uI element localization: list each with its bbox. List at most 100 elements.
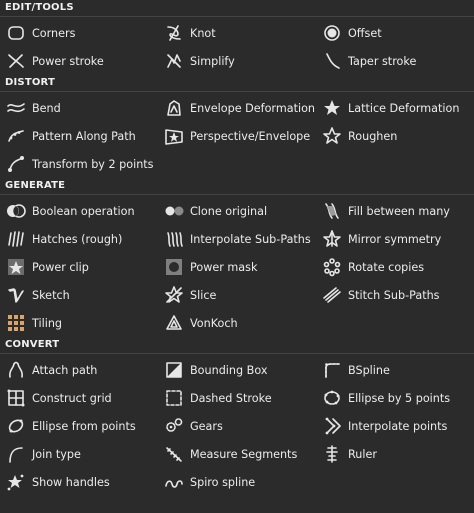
effect-item-lattice-deformation[interactable]: Lattice Deformation (316, 94, 474, 122)
mirror-symmetry-icon (321, 228, 343, 250)
section-divider (0, 353, 474, 354)
slice-icon (163, 284, 185, 306)
spiro-spline-icon (163, 471, 185, 493)
effect-item-clone-original[interactable]: Clone original (158, 197, 316, 225)
effect-item-spiro-spline[interactable]: Spiro spline (158, 468, 316, 496)
effect-item-boolean-operation[interactable]: Boolean operation (0, 197, 158, 225)
effect-item-hatches-rough[interactable]: Hatches (rough) (0, 225, 158, 253)
effect-item-construct-grid[interactable]: Construct grid (0, 384, 158, 412)
effect-item-dashed-stroke[interactable]: Dashed Stroke (158, 384, 316, 412)
effect-label: Ellipse from points (32, 419, 136, 433)
perspective-envelope-icon (163, 125, 185, 147)
effect-item-interpolate-sub-paths[interactable]: Interpolate Sub-Paths (158, 225, 316, 253)
interpolate-points-icon (321, 415, 343, 437)
effect-item-interpolate-points[interactable]: Interpolate points (316, 412, 474, 440)
effect-label: Envelope Deformation (190, 101, 316, 115)
effects-grid: Bend Envelope Deformation Lattice Deformat… (0, 94, 474, 178)
effect-label: Ruler (348, 447, 377, 461)
effect-label: Slice (190, 288, 217, 302)
effect-item-corners[interactable]: Corners (0, 19, 158, 47)
transform-2-points-icon (5, 153, 27, 175)
effect-item-power-mask[interactable]: Power mask (158, 253, 316, 281)
effect-item-attach-path[interactable]: Attach path (0, 356, 158, 384)
effect-item-pattern-along-path[interactable]: Pattern Along Path (0, 122, 158, 150)
effect-label: Bounding Box (190, 363, 268, 377)
effect-label: Rotate copies (348, 260, 425, 274)
effect-label: Join type (32, 447, 81, 461)
taper-stroke-icon (321, 50, 343, 72)
effect-item-envelope-deformation[interactable]: Envelope Deformation (158, 94, 316, 122)
effect-label: Interpolate points (348, 419, 448, 433)
effect-label: Power mask (190, 260, 258, 274)
effect-item-perspective-envelope[interactable]: Perspective/Envelope (158, 122, 316, 150)
effect-label: Stitch Sub-Paths (348, 288, 440, 302)
effect-item-vonkoch[interactable]: VonKoch (158, 309, 316, 337)
effect-label: Power stroke (32, 54, 104, 68)
effect-label: Clone original (190, 204, 268, 218)
effect-item-bspline[interactable]: BSpline (316, 356, 474, 384)
sketch-icon (5, 284, 27, 306)
effect-item-ellipse-by-5-points[interactable]: Ellipse by 5 points (316, 384, 474, 412)
section-title-distort: DISTORT (5, 77, 56, 88)
effect-label: Fill between many (348, 204, 450, 218)
clone-original-icon (163, 200, 185, 222)
ellipse-from-points-icon (5, 415, 27, 437)
section-title-generate: GENERATE (5, 180, 66, 191)
section-divider (0, 16, 474, 17)
effect-label: Lattice Deformation (348, 101, 460, 115)
effect-label: Boolean operation (32, 204, 135, 218)
effect-item-rotate-copies[interactable]: Rotate copies (316, 253, 474, 281)
stitch-subpaths-icon (321, 284, 343, 306)
effect-item-sketch[interactable]: Sketch (0, 281, 158, 309)
effect-item-gears[interactable]: Gears (158, 412, 316, 440)
effect-item-simplify[interactable]: Simplify (158, 47, 316, 75)
section-title-edit-tools: EDIT/TOOLS (5, 2, 74, 13)
bend-icon (5, 97, 27, 119)
effect-label: Knot (190, 26, 216, 40)
effect-item-knot[interactable]: Knot (158, 19, 316, 47)
effect-item-bend[interactable]: Bend (0, 94, 158, 122)
effect-item-measure-segments[interactable]: Measure Segments (158, 440, 316, 468)
join-type-icon (5, 443, 27, 465)
effect-item-tiling[interactable]: Tiling (0, 309, 158, 337)
effect-item-power-stroke[interactable]: Power stroke (0, 47, 158, 75)
construct-grid-icon (5, 387, 27, 409)
section-title-convert: CONVERT (5, 339, 60, 350)
effect-item-ruler[interactable]: Ruler (316, 440, 474, 468)
effect-item-taper-stroke[interactable]: Taper stroke (316, 47, 474, 75)
effects-grid: Corners Knot Offset Power stroke Simplify Tap… (0, 19, 474, 75)
effect-item-stitch-sub-paths[interactable]: Stitch Sub-Paths (316, 281, 474, 309)
vonkoch-icon (163, 312, 185, 334)
effect-label: Spiro spline (190, 475, 256, 489)
effect-label: Show handles (32, 475, 110, 489)
section-divider (0, 91, 474, 92)
roughen-icon (321, 125, 343, 147)
section-divider (0, 194, 474, 195)
corners-icon (5, 22, 27, 44)
effects-grid: Boolean operation Clone original Fill betw… (0, 197, 474, 337)
effect-label: Sketch (32, 288, 70, 302)
tiling-icon (5, 312, 27, 334)
effect-label: Offset (348, 26, 382, 40)
effect-item-roughen[interactable]: Roughen (316, 122, 474, 150)
effect-item-offset[interactable]: Offset (316, 19, 474, 47)
effect-item-join-type[interactable]: Join type (0, 440, 158, 468)
effect-label: Interpolate Sub-Paths (190, 232, 311, 246)
fill-between-many-icon (321, 200, 343, 222)
path-effects-panel: EDIT/TOOLS Corners Knot Offset Power stroke S… (0, 0, 474, 513)
effect-item-bounding-box[interactable]: Bounding Box (158, 356, 316, 384)
power-mask-icon (163, 256, 185, 278)
offset-icon (321, 22, 343, 44)
effect-item-ellipse-from-points[interactable]: Ellipse from points (0, 412, 158, 440)
effect-label: Pattern Along Path (32, 129, 136, 143)
knot-icon (163, 22, 185, 44)
effect-item-fill-between-many[interactable]: Fill between many (316, 197, 474, 225)
effect-item-transform-by-2-points[interactable]: Transform by 2 points (0, 150, 158, 178)
effect-item-show-handles[interactable]: Show handles (0, 468, 158, 496)
effect-item-mirror-symmetry[interactable]: Mirror symmetry (316, 225, 474, 253)
effects-grid: Attach path Bounding Box BSpline Construct … (0, 356, 474, 496)
show-handles-icon (5, 471, 27, 493)
effect-label: Roughen (348, 129, 398, 143)
effect-item-power-clip[interactable]: Power clip (0, 253, 158, 281)
effect-item-slice[interactable]: Slice (158, 281, 316, 309)
